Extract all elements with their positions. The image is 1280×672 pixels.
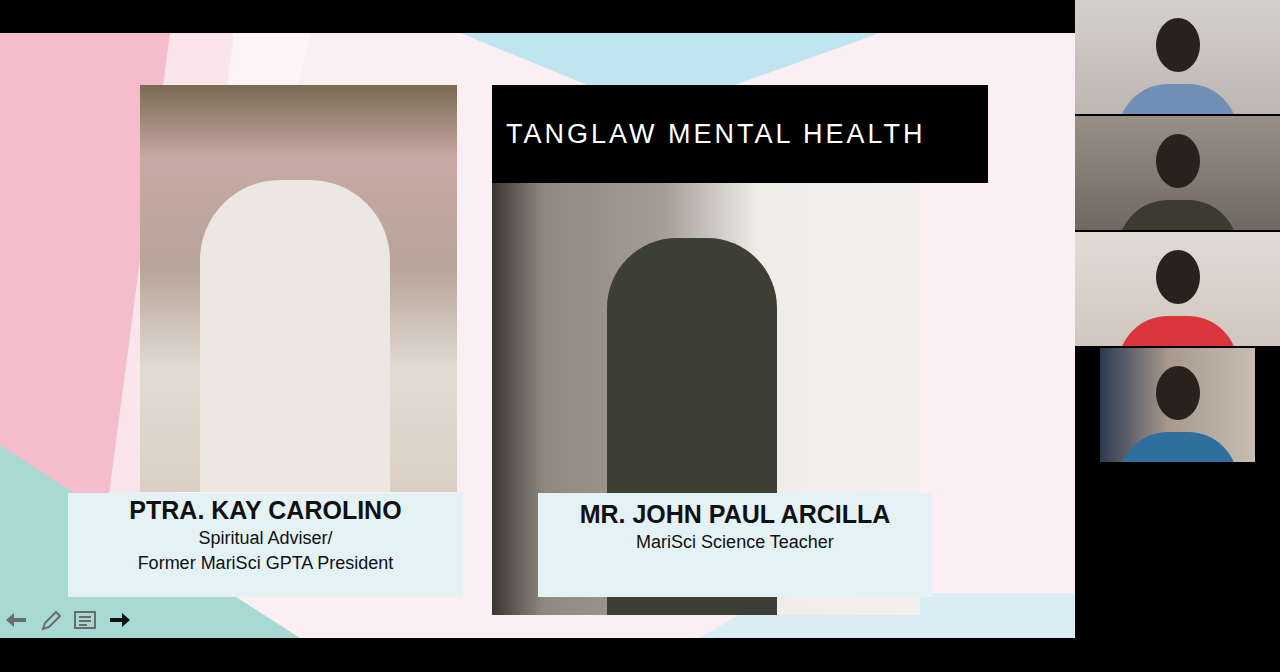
bottom-bar — [0, 638, 1075, 672]
speaker-photo — [140, 85, 457, 492]
notes-icon[interactable] — [72, 609, 98, 631]
slide-header: TANGLAW MENTAL HEALTH — [492, 85, 988, 183]
speaker-caption: MR. JOHN PAUL ARCILLAMariSci Science Tea… — [538, 493, 932, 597]
top-bar — [0, 0, 1075, 33]
speaker-caption: PTRA. KAY CAROLINOSpiritual Adviser/Form… — [68, 493, 463, 597]
speaker-name: PTRA. KAY CAROLINO — [76, 495, 455, 526]
speaker-role: Spiritual Adviser/ — [76, 526, 455, 550]
participant-strip — [1075, 0, 1280, 672]
next-arrow-icon[interactable] — [106, 609, 132, 631]
previous-arrow-icon[interactable] — [4, 609, 30, 631]
pen-icon[interactable] — [38, 609, 64, 631]
slide-toolbar — [4, 609, 132, 631]
participant-video[interactable] — [1075, 116, 1280, 230]
shared-slide: TANGLAW MENTAL HEALTH PTRA. KAY CAROLINO… — [0, 33, 1075, 638]
slide-title: TANGLAW MENTAL HEALTH — [506, 114, 926, 155]
participant-video[interactable] — [1075, 0, 1280, 114]
participant-video[interactable] — [1075, 348, 1280, 462]
speaker-role: Former MariSci GPTA President — [76, 551, 455, 575]
speaker-role: MariSci Science Teacher — [546, 530, 924, 554]
speaker-name: MR. JOHN PAUL ARCILLA — [546, 499, 924, 530]
participant-video[interactable] — [1075, 232, 1280, 346]
